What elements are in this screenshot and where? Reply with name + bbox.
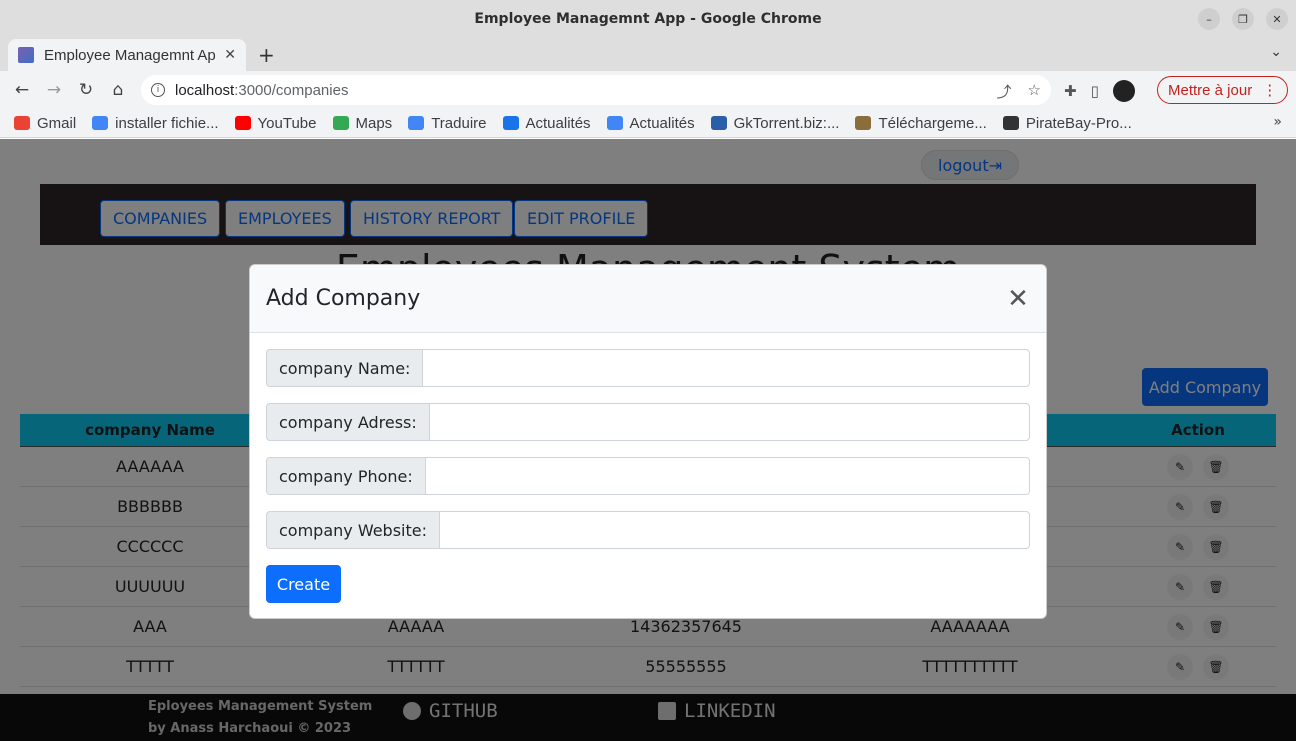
bookmark-item[interactable]: Maps bbox=[332, 114, 393, 132]
bookmark-label: Traduire bbox=[431, 114, 487, 132]
add-company-modal: Add Company ✕ company Name: company Adre… bbox=[249, 264, 1047, 619]
url-text: localhost:3000/companies bbox=[175, 81, 349, 99]
browser-tab[interactable]: Employee Managemnt App ✕ bbox=[8, 39, 246, 71]
reload-button[interactable]: ↻ bbox=[70, 80, 102, 100]
bookmark-label: Maps bbox=[355, 114, 393, 132]
browser-toolbar: ← → ↻ ⌂ i localhost:3000/companies ⤴ ☆ ✚… bbox=[0, 71, 1296, 109]
company-name-label: company Name: bbox=[266, 349, 423, 387]
extensions-icon[interactable]: ✚ bbox=[1064, 82, 1077, 100]
bookmarks-more-icon[interactable]: » bbox=[1273, 114, 1282, 130]
favicon-icon bbox=[18, 47, 34, 63]
bookmark-label: Gmail bbox=[37, 114, 77, 132]
modal-body: company Name: company Adress: company Ph… bbox=[250, 333, 1046, 618]
bookmark-label: Téléchargeme... bbox=[878, 114, 987, 132]
company-website-input[interactable] bbox=[439, 511, 1030, 549]
close-icon[interactable]: ✕ bbox=[1006, 284, 1030, 314]
bookmark-favicon-icon bbox=[234, 116, 251, 130]
bookmark-favicon-icon bbox=[332, 116, 349, 130]
site-info-icon[interactable]: i bbox=[151, 83, 165, 97]
profile-avatar[interactable] bbox=[1112, 80, 1135, 102]
bookmark-favicon-icon bbox=[92, 116, 109, 130]
bookmark-favicon-icon bbox=[606, 116, 623, 130]
tab-close-icon[interactable]: ✕ bbox=[224, 47, 236, 63]
page-viewport: logout ⇥ COMPANIES EMPLOYEES HISTORY REP… bbox=[0, 139, 1296, 741]
company-phone-input[interactable] bbox=[424, 457, 1030, 495]
company-address-label: company Adress: bbox=[266, 403, 429, 441]
update-label: Mettre à jour bbox=[1168, 81, 1253, 99]
bookmark-item[interactable]: GkTorrent.biz:... bbox=[710, 114, 840, 132]
company-address-input[interactable] bbox=[428, 403, 1030, 441]
bookmark-label: YouTube bbox=[257, 114, 317, 132]
bookmark-item[interactable]: Actualités bbox=[502, 114, 591, 132]
bookmark-favicon-icon bbox=[14, 116, 30, 130]
bookmark-label: GkTorrent.biz:... bbox=[733, 114, 840, 132]
window-controls: – ❐ ✕ bbox=[1198, 8, 1288, 30]
minimize-icon[interactable]: – bbox=[1198, 8, 1220, 30]
bookmark-label: PirateBay-Pro... bbox=[1025, 114, 1132, 132]
modal-header: Add Company ✕ bbox=[250, 265, 1046, 333]
bookmark-favicon-icon bbox=[710, 116, 727, 130]
company-phone-label: company Phone: bbox=[266, 457, 425, 495]
bookmark-item[interactable]: Gmail bbox=[14, 115, 76, 132]
maximize-icon[interactable]: ❐ bbox=[1232, 8, 1254, 30]
company-website-label: company Website: bbox=[266, 511, 439, 549]
bookmark-item[interactable]: YouTube bbox=[234, 114, 317, 132]
bookmark-label: Actualités bbox=[629, 114, 695, 132]
bookmark-item[interactable]: PirateBay-Pro... bbox=[1002, 114, 1132, 132]
tab-title: Employee Managemnt App bbox=[44, 46, 217, 64]
bookmark-favicon-icon bbox=[408, 116, 425, 130]
side-panel-icon[interactable]: ▯ bbox=[1091, 82, 1099, 100]
address-bar[interactable]: i localhost:3000/companies ⤴ ☆ bbox=[141, 75, 1051, 105]
bookmark-favicon-icon bbox=[1002, 116, 1019, 130]
bookmark-item[interactable]: Téléchargeme... bbox=[855, 114, 987, 132]
share-icon[interactable]: ⤴ bbox=[997, 81, 1012, 102]
bookmarks-bar: Gmail installer fichie... YouTube Maps Tradu… bbox=[0, 109, 1296, 138]
company-name-input[interactable] bbox=[422, 349, 1030, 387]
company-phone-group: company Phone: bbox=[266, 457, 1030, 495]
company-website-group: company Website: bbox=[266, 511, 1030, 549]
company-name-group: company Name: bbox=[266, 349, 1030, 387]
update-button[interactable]: Mettre à jour ⋮ bbox=[1157, 76, 1289, 104]
bookmark-star-icon[interactable]: ☆ bbox=[1028, 81, 1041, 102]
bookmark-favicon-icon bbox=[502, 116, 519, 130]
close-window-icon[interactable]: ✕ bbox=[1266, 8, 1288, 30]
bookmark-label: Actualités bbox=[525, 114, 591, 132]
tab-search-icon[interactable]: ⌄ bbox=[1270, 44, 1282, 60]
bookmark-item[interactable]: Traduire bbox=[408, 114, 487, 132]
bookmark-favicon-icon bbox=[855, 116, 872, 130]
tab-strip: Employee Managemnt App ✕ + ⌄ bbox=[0, 37, 1296, 71]
home-button[interactable]: ⌂ bbox=[102, 80, 134, 100]
bookmark-item[interactable]: Actualités bbox=[606, 114, 695, 132]
window-title: Employee Managemnt App - Google Chrome bbox=[474, 10, 822, 27]
company-address-group: company Adress: bbox=[266, 403, 1030, 441]
forward-button[interactable]: → bbox=[38, 80, 70, 100]
modal-title: Add Company bbox=[266, 286, 421, 311]
bookmark-label: installer fichie... bbox=[115, 114, 219, 132]
bookmark-item[interactable]: installer fichie... bbox=[92, 114, 219, 132]
more-menu-icon: ⋮ bbox=[1262, 82, 1278, 99]
create-button[interactable]: Create bbox=[266, 565, 341, 603]
new-tab-button[interactable]: + bbox=[258, 43, 275, 67]
back-button[interactable]: ← bbox=[6, 80, 38, 100]
window-titlebar: Employee Managemnt App - Google Chrome –… bbox=[0, 0, 1296, 37]
